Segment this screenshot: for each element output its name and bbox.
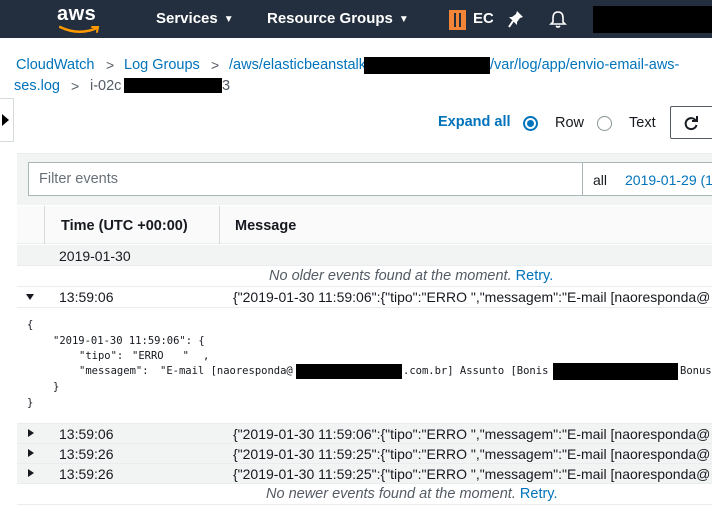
- chevron-down-icon: ▼: [398, 14, 409, 25]
- breadcrumb-log-stream-suffix: 3: [222, 78, 231, 94]
- event-message: {"2019-01-30 11:59:06":{"tipo":"ERRO ","…: [233, 426, 711, 442]
- time-range-all[interactable]: all: [593, 172, 607, 188]
- resource-groups-label: Resource Groups: [267, 10, 393, 27]
- json-tipo-key: "tipo":: [79, 350, 130, 362]
- services-menu[interactable]: Services ▼: [156, 10, 234, 27]
- json-messagem-value-part2: .com.br] Assunto [Bonis: [403, 365, 549, 377]
- breadcrumb-log-stream-prefix: i-02c: [90, 78, 122, 94]
- redacted-log-stream-id: [124, 78, 222, 93]
- time-range-date[interactable]: 2019-01-29 (1: [625, 172, 712, 188]
- ec2-shortcut-label: EC: [473, 10, 493, 27]
- column-header-message[interactable]: Message: [235, 218, 296, 234]
- header-expand-column: [17, 206, 45, 244]
- row-divider: [17, 504, 712, 505]
- breadcrumb-log-group-suffix[interactable]: /var/log/app/envio-email-aws-: [490, 57, 679, 73]
- column-header-time[interactable]: Time (UTC +00:00): [61, 218, 188, 234]
- event-message: {"2019-01-30 11:59:06":{"tipo":"ERRO ","…: [233, 289, 711, 305]
- sidebar-expand-toggle[interactable]: [0, 98, 14, 142]
- resource-groups-menu[interactable]: Resource Groups ▼: [267, 10, 409, 27]
- refresh-icon: [684, 116, 698, 131]
- row-divider: [17, 265, 712, 266]
- bell-icon[interactable]: [549, 10, 567, 29]
- json-open-brace: {: [27, 319, 34, 331]
- view-text-radio[interactable]: [597, 116, 612, 131]
- view-row-label[interactable]: Row: [555, 115, 584, 131]
- view-text-label[interactable]: Text: [629, 115, 656, 131]
- breadcrumb-log-group-prefix[interactable]: /aws/elasticbeanstalk: [229, 57, 366, 73]
- view-row-radio[interactable]: [523, 116, 538, 131]
- retry-older-link[interactable]: Retry.: [516, 268, 554, 284]
- json-inner-close-brace: }: [53, 381, 60, 393]
- expand-all-button[interactable]: Expand all: [438, 114, 511, 130]
- no-newer-text: No newer events found at the moment.: [266, 486, 516, 502]
- event-message: {"2019-01-30 11:59:25":{"tipo":"ERRO ","…: [233, 466, 711, 482]
- event-time: 13:59:06: [59, 426, 114, 442]
- json-messagem-key: "messagem":: [79, 365, 155, 377]
- chevron-down-icon: ▼: [223, 14, 234, 25]
- services-label: Services: [156, 10, 218, 27]
- json-tipo-value: "ERRO ": [132, 350, 189, 362]
- json-tipo-comma: ,: [203, 350, 210, 362]
- breadcrumb-separator: >: [106, 57, 115, 73]
- expand-row-icon[interactable]: [28, 429, 34, 437]
- account-menu-redacted[interactable]: [593, 6, 712, 33]
- top-navigation-bar: aws Services ▼ Resource Groups ▼ EC: [0, 0, 712, 38]
- refresh-button[interactable]: [670, 106, 712, 139]
- json-close-brace: }: [27, 397, 34, 409]
- expand-row-icon[interactable]: [28, 469, 34, 477]
- ec2-service-icon: [449, 10, 466, 30]
- row-divider: [17, 483, 712, 484]
- ec2-shortcut[interactable]: EC: [449, 10, 493, 30]
- json-key-line: "2019-01-30 11:59:06": {: [53, 335, 205, 347]
- aws-logo-text: aws: [57, 3, 97, 25]
- no-older-text: No older events found at the moment.: [269, 268, 512, 284]
- redacted-email-domain: [296, 364, 402, 379]
- json-messagem-value-part1: "E-mail [naoresponda@: [160, 365, 293, 377]
- collapse-row-icon[interactable]: [26, 294, 34, 300]
- aws-smile-icon: [59, 25, 100, 33]
- json-messagem-value-part3: Bonus: [680, 365, 712, 377]
- breadcrumb-cloudwatch[interactable]: CloudWatch: [16, 57, 94, 73]
- event-message: {"2019-01-30 11:59:25":{"tipo":"ERRO ","…: [233, 446, 711, 462]
- breadcrumb-separator: >: [211, 57, 220, 73]
- date-group-label: 2019-01-30: [59, 248, 131, 264]
- redacted-subject: [553, 363, 678, 380]
- event-time: 13:59:06: [59, 289, 114, 305]
- no-newer-events-message: No newer events found at the moment. Ret…: [266, 486, 558, 502]
- pin-icon[interactable]: [508, 10, 524, 28]
- event-time: 13:59:26: [59, 466, 114, 482]
- retry-newer-link[interactable]: Retry.: [520, 486, 558, 502]
- row-divider: [17, 307, 712, 308]
- breadcrumb-separator: >: [71, 78, 80, 94]
- breadcrumb-log-groups[interactable]: Log Groups: [124, 57, 200, 73]
- redacted-log-group-name: [364, 57, 490, 74]
- aws-logo[interactable]: aws: [57, 3, 107, 37]
- filter-events-input[interactable]: [28, 162, 583, 196]
- event-time: 13:59:26: [59, 446, 114, 462]
- no-older-events-message: No older events found at the moment. Ret…: [269, 268, 553, 284]
- breadcrumb-log-group-line2[interactable]: ses.log: [14, 78, 60, 94]
- expand-row-icon[interactable]: [28, 449, 34, 457]
